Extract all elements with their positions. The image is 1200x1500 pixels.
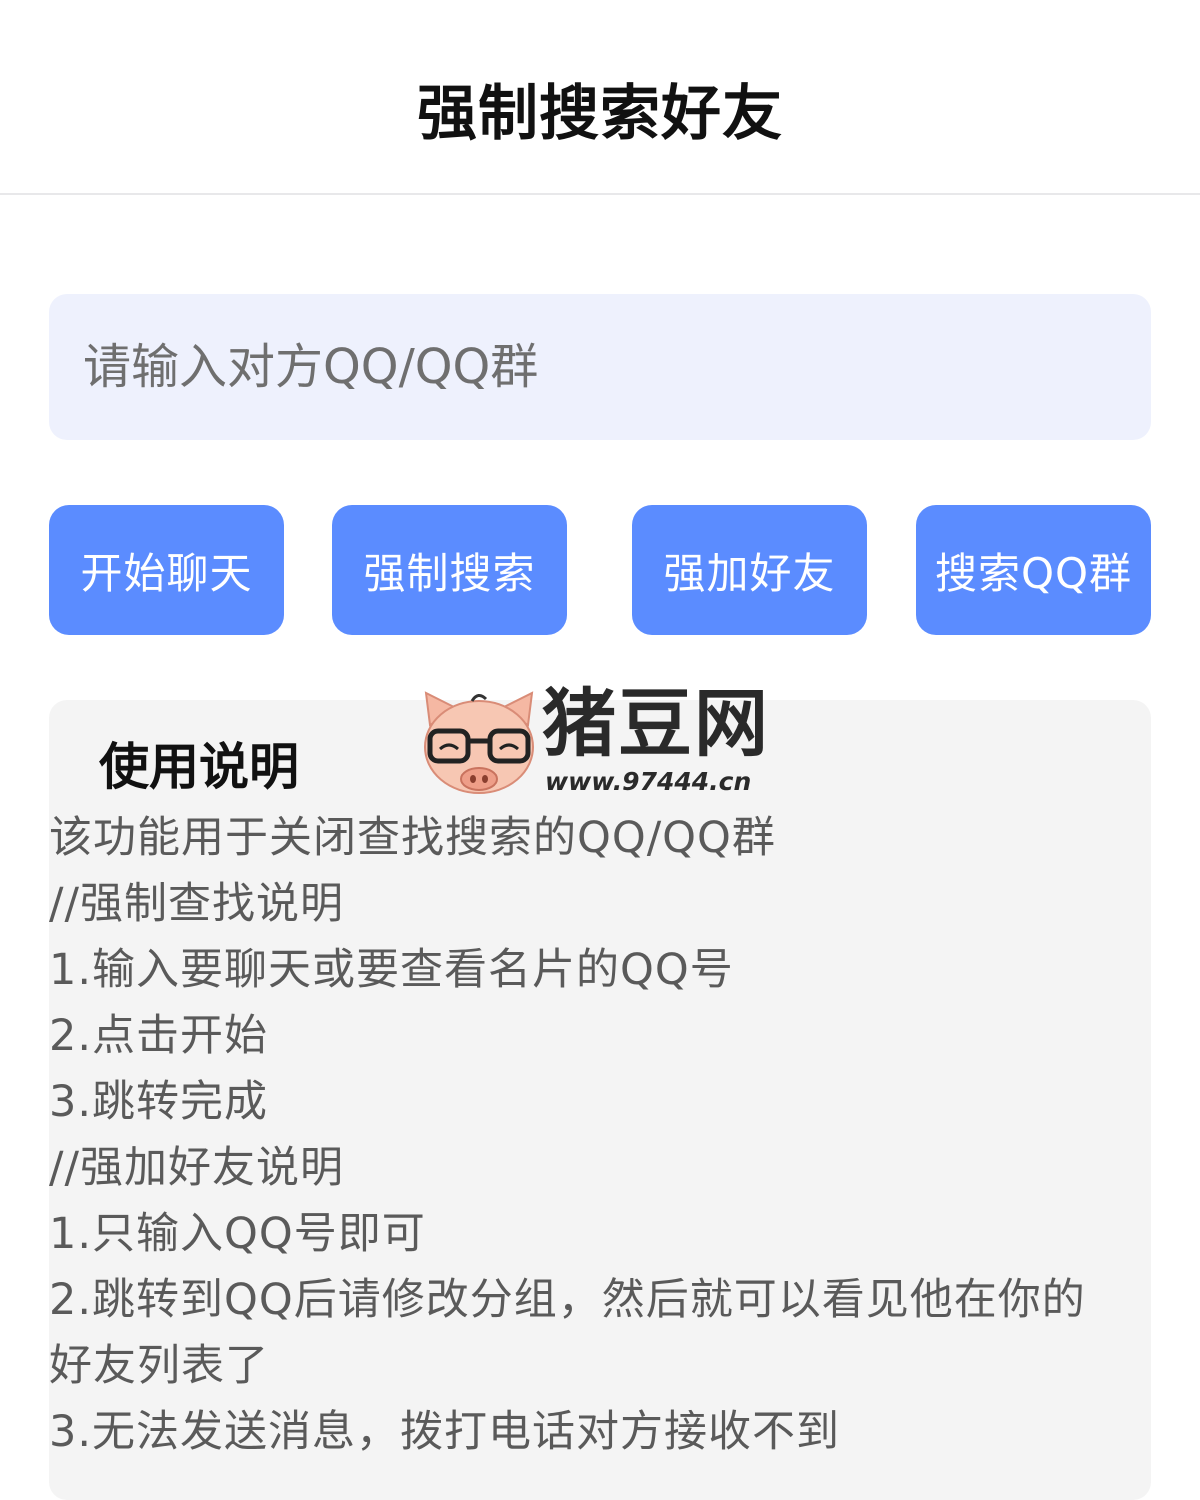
instruction-line: 2.点击开始: [49, 1011, 269, 1061]
watermark-brand-text: 猪豆网: [542, 681, 770, 767]
instruction-line: 好友列表了: [49, 1341, 269, 1391]
instruction-line: 1.只输入QQ号即可: [49, 1209, 426, 1259]
instruction-line: 3.无法发送消息，拨打电话对方接收不到: [49, 1407, 841, 1457]
qq-number-input[interactable]: [49, 294, 1151, 440]
watermark-logo: 猪豆网 www.97444.cn: [420, 681, 790, 805]
watermark-url: www.97444.cn: [545, 767, 752, 796]
instructions-list: 该功能用于关闭查找搜索的QQ/QQ群 //强制查找说明 1.输入要聊天或要查看名…: [49, 805, 1151, 1465]
instruction-line: //强制查找说明: [49, 879, 344, 929]
pig-mascot-icon: [424, 691, 534, 794]
instruction-line: 3.跳转完成: [49, 1077, 269, 1127]
app-header: 强制搜索好友: [0, 0, 1200, 195]
page-title: 强制搜索好友: [417, 79, 783, 149]
instructions-panel: 使用说明 该功能用于关闭查找搜索的QQ/QQ群 //强制查找说明 1.输入要聊天…: [49, 700, 1151, 1500]
force-add-friend-button[interactable]: 强加好友: [632, 505, 867, 635]
instruction-line: 1.输入要聊天或要查看名片的QQ号: [49, 945, 734, 995]
start-chat-button[interactable]: 开始聊天: [49, 505, 284, 635]
instruction-line: 2.跳转到QQ后请修改分组，然后就可以看见他在你的: [49, 1275, 1086, 1325]
instruction-line: //强加好友说明: [49, 1143, 344, 1193]
instruction-line: 该功能用于关闭查找搜索的QQ/QQ群: [49, 813, 776, 863]
search-qq-group-button[interactable]: 搜索QQ群: [916, 505, 1151, 635]
force-search-button[interactable]: 强制搜索: [332, 505, 567, 635]
search-box: [49, 294, 1151, 440]
instructions-title: 使用说明: [99, 738, 299, 796]
